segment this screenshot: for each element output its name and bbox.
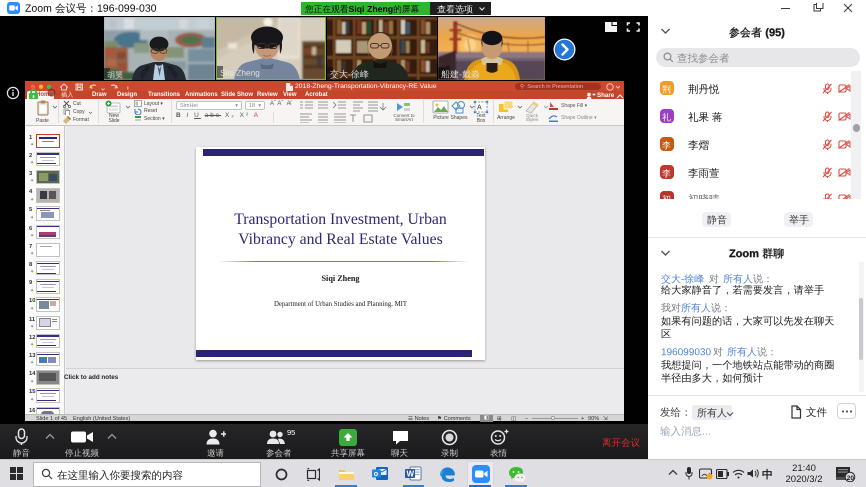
svg-text:W: W	[407, 470, 415, 479]
svg-text:20: 20	[847, 475, 855, 482]
svg-text:A: A	[477, 105, 482, 112]
svg-text:o: o	[374, 469, 379, 478]
